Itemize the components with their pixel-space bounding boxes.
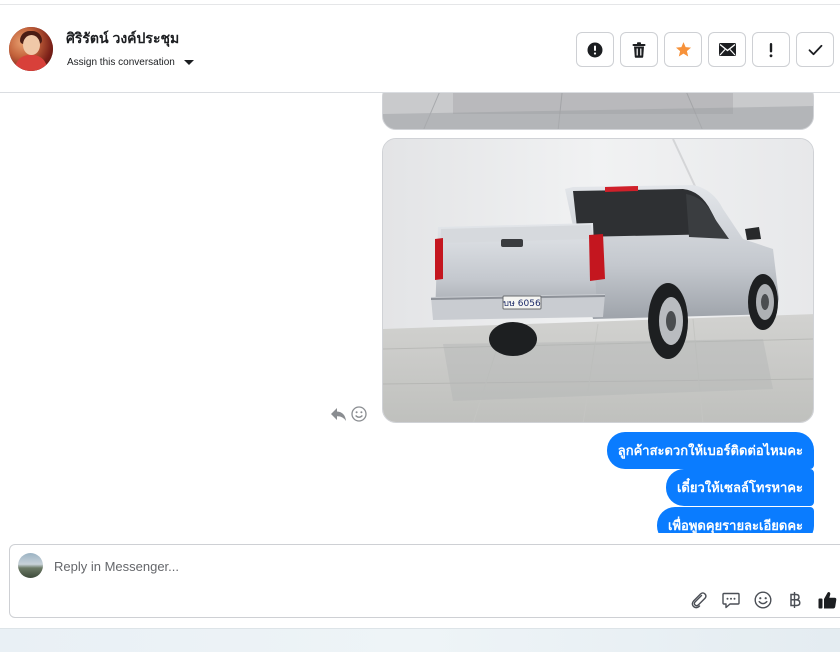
emoji-button[interactable] bbox=[752, 589, 774, 611]
outgoing-message-3[interactable]: เพื่อพูดคุยรายละเอียดคะ bbox=[657, 507, 814, 533]
alert-icon bbox=[587, 42, 603, 57]
reply-input[interactable] bbox=[54, 559, 654, 574]
trash-icon bbox=[632, 41, 646, 58]
reply-icon[interactable] bbox=[330, 407, 347, 422]
done-button[interactable] bbox=[796, 32, 834, 67]
page-avatar bbox=[18, 553, 43, 578]
header-actions bbox=[576, 32, 834, 67]
assign-conversation-dropdown[interactable]: Assign this conversation bbox=[67, 57, 194, 68]
delete-button[interactable] bbox=[620, 32, 658, 67]
saved-reply-icon bbox=[722, 592, 740, 609]
spam-button[interactable] bbox=[576, 32, 614, 67]
pickup-truck-photo: บษ 6056 bbox=[383, 139, 813, 422]
message-reaction-tools bbox=[330, 406, 367, 422]
assign-label: Assign this conversation bbox=[67, 57, 175, 68]
react-emoji-icon[interactable] bbox=[351, 406, 367, 422]
paperclip-icon bbox=[691, 592, 707, 609]
message-thread[interactable]: บษ 6056 ลูกค้าสะดวกให้เบอร์ติดต่อไหมคะ เ… bbox=[0, 93, 840, 533]
reply-composer bbox=[9, 544, 840, 618]
check-icon bbox=[808, 44, 822, 55]
thumbs-up-icon bbox=[818, 591, 836, 609]
envelope-icon bbox=[718, 43, 736, 56]
mark-unread-button[interactable] bbox=[708, 32, 746, 67]
baht-icon bbox=[790, 592, 801, 608]
star-icon bbox=[675, 42, 691, 57]
emoji-icon bbox=[754, 591, 772, 609]
svg-text:บษ 6056: บษ 6056 bbox=[503, 299, 541, 309]
payment-button[interactable] bbox=[784, 589, 806, 611]
outgoing-message-1[interactable]: ลูกค้าสะดวกให้เบอร์ติดต่อไหมคะ bbox=[606, 432, 814, 469]
conversation-header: ศิริรัตน์ วงค์ประชุม Assign this convers… bbox=[0, 5, 840, 93]
image-attachment-previous[interactable] bbox=[382, 93, 814, 130]
contact-avatar[interactable] bbox=[9, 27, 53, 71]
image-attachment-truck[interactable]: บษ 6056 bbox=[382, 138, 814, 423]
saved-replies-button[interactable] bbox=[720, 589, 742, 611]
floor-photo bbox=[383, 93, 813, 129]
exclamation-icon bbox=[769, 42, 773, 57]
star-button[interactable] bbox=[664, 32, 702, 67]
caret-down-icon bbox=[183, 60, 194, 65]
follow-up-button[interactable] bbox=[752, 32, 790, 67]
like-button[interactable] bbox=[816, 589, 838, 611]
composer-tools bbox=[688, 589, 838, 611]
contact-name[interactable]: ศิริรัตน์ วงค์ประชุม bbox=[66, 28, 179, 50]
attach-button[interactable] bbox=[688, 589, 710, 611]
bottom-bar bbox=[0, 628, 840, 652]
outgoing-message-2[interactable]: เดี๋ยวให้เซลล์โทรหาคะ bbox=[665, 469, 814, 506]
